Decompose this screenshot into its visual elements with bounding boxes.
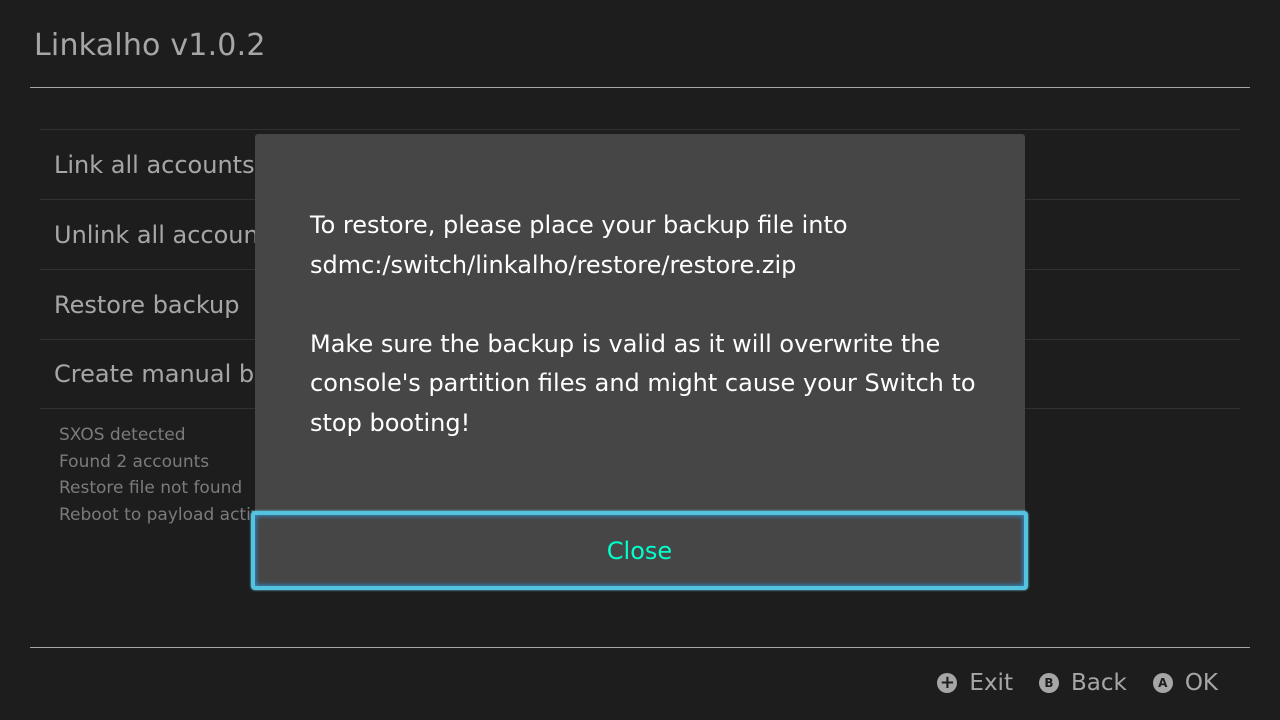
restore-dialog: To restore, please place your backup fil…	[255, 134, 1025, 514]
dialog-text-line: Make sure the backup is valid as it will…	[310, 329, 941, 358]
close-button[interactable]: Close	[251, 511, 1028, 590]
dialog-text-line: console's partition files and might caus…	[310, 369, 976, 397]
dialog-text-line: To restore, please place your backup fil…	[310, 211, 848, 239]
dialog-text-line: sdmc:/switch/linkalho/restore/restore.zi…	[310, 250, 797, 279]
dialog-text-line: stop booting!	[310, 408, 471, 437]
dialog-message: To restore, please place your backup fil…	[310, 206, 990, 443]
